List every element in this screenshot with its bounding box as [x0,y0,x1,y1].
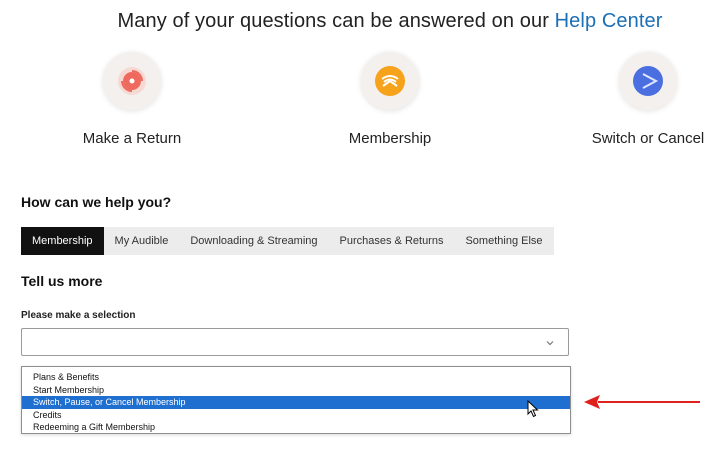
quick-link-make-return[interactable]: Make a Return [32,52,232,147]
option-switch-pause-cancel[interactable]: Switch, Pause, or Cancel Membership [22,396,570,409]
help-center-headline: Many of your questions can be answered o… [0,10,710,33]
quick-link-membership[interactable]: Membership [290,52,490,147]
tab-something-else[interactable]: Something Else [454,227,553,255]
return-icon [103,52,161,110]
tab-downloading-streaming[interactable]: Downloading & Streaming [179,227,328,255]
tell-us-more-heading: Tell us more [21,273,103,289]
tab-my-audible[interactable]: My Audible [104,227,180,255]
selection-field-label: Please make a selection [21,310,136,321]
help-heading: How can we help you? [21,194,172,210]
play-icon [619,52,677,110]
option-start-membership[interactable]: Start Membership [22,384,570,397]
audible-icon [361,52,419,110]
option-plans-benefits[interactable]: Plans & Benefits [22,371,570,384]
help-center-link[interactable]: Help Center [555,10,663,32]
option-redeem-gift[interactable]: Redeeming a Gift Membership [22,421,570,434]
annotation-arrow-icon [582,392,702,417]
quick-link-label: Switch or Cancel [591,130,705,147]
help-tabs: Membership My Audible Downloading & Stre… [21,227,554,255]
selection-dropdown[interactable] [21,328,569,356]
chevron-down-icon [545,335,555,353]
quick-link-switch-cancel[interactable]: Switch or Cancel [548,52,710,147]
option-credits[interactable]: Credits [22,409,570,422]
tab-membership[interactable]: Membership [21,227,104,255]
headline-text: Many of your questions can be answered o… [117,10,549,32]
quick-link-label: Membership [348,130,432,147]
mouse-cursor-icon [527,399,539,423]
selection-options-list: Plans & Benefits Start Membership Switch… [21,366,571,434]
tab-purchases-returns[interactable]: Purchases & Returns [329,227,455,255]
quick-link-label: Make a Return [82,130,182,147]
